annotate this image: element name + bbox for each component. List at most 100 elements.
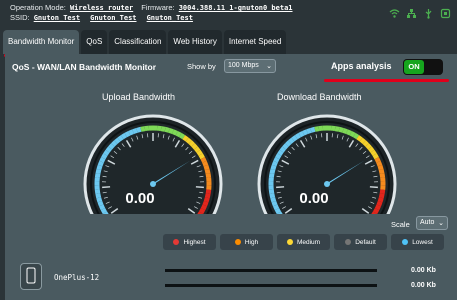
gauge-arc-segment [97, 160, 104, 167]
tab-web-history[interactable]: Web History [168, 30, 222, 54]
gauge-arc-segment [294, 132, 301, 140]
ssid-link-1[interactable]: Gnuton_Test [34, 14, 80, 22]
gauge-tick [102, 186, 111, 189]
gauge-arc-segment [132, 127, 138, 135]
legend-high-label: High [244, 238, 259, 246]
gauge-arc-segment [202, 200, 209, 207]
gauge-arc-segment [96, 164, 103, 171]
tab-qos[interactable]: QoS [81, 30, 108, 54]
gauge-arc-segment [274, 207, 282, 214]
gauge-arc-segment [111, 140, 118, 147]
status-icons [389, 8, 451, 19]
gauge-arc-segment [268, 189, 275, 195]
apps-analysis-toggle[interactable]: ON [403, 59, 443, 75]
download-gauge-value: 0.00 [299, 190, 329, 207]
gauge-arc-segment [362, 140, 369, 147]
usb-icon[interactable] [423, 8, 434, 19]
device-upload-bar [165, 269, 377, 272]
gauge-arc-segment [205, 173, 212, 178]
gauge-arc-segment [277, 149, 284, 156]
scale-value: Auto [420, 219, 435, 226]
device-download-rate: 0.00 Kb [411, 282, 436, 289]
gauge-arc-segment [268, 173, 275, 178]
network-icon[interactable] [406, 8, 417, 19]
ssid-link-3[interactable]: Gnuton_Test [147, 14, 193, 22]
gauge-arc-segment [94, 173, 101, 178]
gauge-arc-segment [136, 126, 142, 133]
tab-internet-speed[interactable]: Internet Speed [223, 30, 287, 54]
show-by-value: 100 Mbps [228, 62, 259, 69]
gauge-arc-segment [374, 204, 382, 211]
gauge-arc-segment [191, 143, 198, 150]
gauge-arc-segment [97, 200, 104, 207]
gauge-arc-segment [193, 146, 201, 153]
gauge-arc-segment [346, 129, 352, 136]
gauge-arc-segment [203, 164, 210, 171]
gauge-arc-segment [374, 156, 381, 163]
gauge-tick [276, 186, 285, 189]
gauge-arc-segment [372, 153, 379, 160]
legend-default-label: Default [355, 238, 376, 246]
gauge-arc-segment [160, 126, 166, 132]
scale-select[interactable]: Auto ⌄ [416, 216, 448, 230]
apps-analysis-state: ON [404, 60, 424, 74]
gauge-arc-segment [101, 153, 108, 160]
legend-highest[interactable]: Highest [163, 234, 216, 250]
gauge-arc-segment [282, 143, 289, 150]
gauge-arc-segment [302, 129, 308, 136]
tab-classification[interactable]: Classification [109, 30, 167, 54]
gauge-arc-segment [275, 153, 282, 160]
legend-lowest-dot [402, 239, 409, 245]
gauge-arc-segment [271, 200, 278, 207]
gauge-arc-segment [342, 127, 348, 135]
gauge-arc-segment [310, 126, 316, 133]
gauge-arc-segment [379, 189, 386, 195]
gauge-arc-segment [288, 137, 295, 145]
gauge-arc-segment [306, 127, 312, 135]
legend-lowest[interactable]: Lowest [391, 234, 444, 250]
gauge-arc-segment [334, 126, 340, 132]
ssid-link-2[interactable]: Gnuton_Test [90, 14, 136, 22]
gauge-tick [369, 186, 378, 189]
app-icon[interactable] [440, 8, 451, 19]
gauge-arc-segment [120, 132, 127, 140]
upload-gauge-title: Upload Bandwidth [102, 92, 176, 102]
gauge-arc-segment [168, 127, 174, 135]
info-bar: Operation Mode: Wireless router Firmware… [0, 0, 457, 27]
gauge-arc-segment [378, 168, 385, 174]
gauge-arc-segment [128, 129, 134, 136]
gauge-arc-segment [377, 164, 384, 171]
legend-default[interactable]: Default [334, 234, 387, 250]
gauge-arc-segment [200, 204, 208, 211]
tab-bandwidth-monitor[interactable]: Bandwidth Monitor [3, 30, 80, 54]
show-by-select[interactable]: 100 Mbps ⌄ [224, 59, 276, 73]
gauge-hub [150, 181, 156, 187]
gauge-arc-segment [269, 193, 276, 199]
gauge-arc-segment [200, 156, 207, 163]
operation-mode-link[interactable]: Wireless router [70, 4, 133, 12]
gauge-arc-segment [371, 211, 378, 214]
apps-analysis-label: Apps analysis [331, 61, 392, 71]
device-download-bar [165, 284, 377, 287]
gauge-arc-segment [270, 197, 277, 203]
phone-icon[interactable] [20, 263, 42, 290]
apps-analysis-highlight-underline [324, 79, 449, 82]
legend-medium[interactable]: Medium [277, 234, 330, 250]
gauge-arc-segment [276, 211, 283, 214]
wifi-icon[interactable] [389, 8, 400, 19]
gauge-arc-segment [269, 168, 276, 174]
gauge-arc-segment [188, 140, 195, 147]
gauge-arc-segment [164, 126, 170, 133]
legend-high[interactable]: High [220, 234, 273, 250]
gauge-arc-segment [370, 149, 377, 156]
legend-lowest-label: Lowest [412, 238, 433, 246]
gauge-arc-segment [203, 197, 210, 203]
legend-default-dot [345, 239, 352, 245]
legend-medium-dot [286, 239, 293, 245]
gauge-hub [324, 181, 330, 187]
gauge-arc-segment [103, 149, 110, 156]
gauge-arc-segment [349, 130, 356, 138]
gauge-arc-segment [108, 143, 115, 150]
gauge-arc-segment [96, 197, 103, 203]
firmware-link[interactable]: 3004.388.11_1-gnuton0_beta1 [179, 4, 293, 12]
